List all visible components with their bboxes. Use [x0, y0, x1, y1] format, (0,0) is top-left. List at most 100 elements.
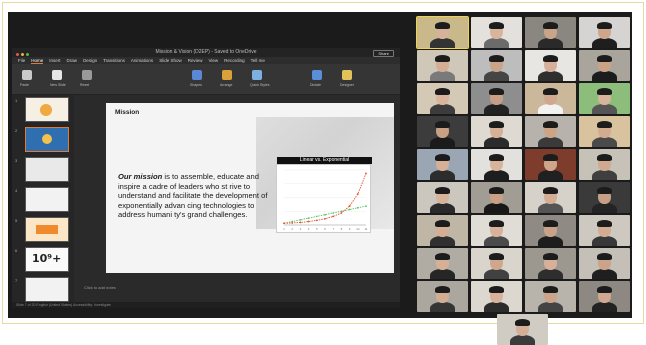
participant-tile[interactable] — [417, 50, 468, 81]
slide-thumbnail[interactable] — [25, 187, 69, 212]
slide-thumbnail[interactable] — [25, 277, 69, 302]
participant-tile[interactable] — [416, 16, 469, 49]
participant-body — [538, 302, 563, 312]
participant-tile[interactable] — [417, 83, 468, 114]
ribbon-tab-draw[interactable]: Draw — [67, 58, 78, 63]
participant-tile[interactable] — [471, 50, 522, 81]
chart-point — [356, 193, 359, 195]
participant-tile[interactable] — [471, 281, 522, 312]
ribbon-tab-review[interactable]: Review — [188, 58, 203, 63]
participant-body — [538, 104, 563, 114]
ribbon-tab-tell-me[interactable]: Tell me — [251, 58, 265, 63]
ribbon-button-paste[interactable] — [22, 70, 32, 80]
participant-tile[interactable] — [417, 248, 468, 279]
participant-tile[interactable] — [525, 149, 576, 180]
ribbon-tab-recording[interactable]: Recording — [224, 58, 245, 63]
participant-tile[interactable] — [579, 281, 630, 312]
chart-x-tick: 1 — [283, 227, 285, 231]
chart-x-tick: 2 — [291, 227, 293, 231]
ribbon-button-quick-styles[interactable] — [252, 70, 262, 80]
ribbon-button-dictate[interactable] — [312, 70, 322, 80]
participant-body — [430, 104, 455, 114]
participant-body — [592, 38, 617, 48]
participant-tile[interactable] — [471, 149, 522, 180]
participant-hair — [543, 55, 558, 62]
participant-tile[interactable] — [525, 215, 576, 246]
participant-tile[interactable] — [579, 17, 630, 48]
participant-tile[interactable] — [471, 182, 522, 213]
ribbon-tab-transitions[interactable]: Transitions — [103, 58, 125, 63]
participant-tile[interactable] — [525, 83, 576, 114]
slide-thumbnail[interactable] — [25, 127, 69, 152]
chart-point — [348, 208, 351, 211]
participant-tile[interactable] — [579, 182, 630, 213]
growth-chart: Linear vs. Exponential 1 2 3 4 5 6 7 8 9 10 11 — [276, 157, 372, 233]
ribbon-tab-file[interactable]: File — [18, 58, 25, 63]
share-button[interactable]: Share — [373, 50, 394, 57]
participant-body — [592, 170, 617, 180]
participant-tile[interactable] — [471, 116, 522, 147]
ribbon-tab-animations[interactable]: Animations — [131, 58, 153, 63]
ribbon-tab-slide-show[interactable]: Slide Show — [159, 58, 182, 63]
participant-tile[interactable] — [579, 215, 630, 246]
participant-body — [592, 137, 617, 147]
current-slide[interactable]: Mission Our mission is to assemble, educ… — [106, 103, 394, 273]
slide-thumbnail-panel[interactable]: 1 2 3 4 5 10⁹+ 6 7 — [12, 95, 74, 302]
participant-tile[interactable] — [417, 116, 468, 147]
participant-tile[interactable] — [471, 83, 522, 114]
participant-tile[interactable] — [525, 50, 576, 81]
chart-point — [340, 212, 343, 214]
participant-hair — [597, 286, 612, 293]
participant-hair — [597, 253, 612, 260]
participant-hair — [597, 88, 612, 95]
ribbon-tab-design[interactable]: Design — [83, 58, 97, 63]
participant-tile[interactable] — [417, 215, 468, 246]
participant-body — [430, 170, 455, 180]
participant-tile[interactable] — [417, 149, 468, 180]
participant-tile[interactable] — [525, 281, 576, 312]
slide-thumbnail[interactable]: 10⁹+ — [25, 247, 69, 272]
ribbon-button-arrange[interactable] — [222, 70, 232, 80]
participant-tile[interactable] — [417, 182, 468, 213]
participant-tile[interactable] — [417, 281, 468, 312]
ribbon-button-reset[interactable] — [82, 70, 92, 80]
slide-number: 6 — [15, 248, 18, 253]
participant-tile[interactable] — [497, 314, 548, 345]
chart-title: Linear vs. Exponential — [277, 157, 372, 164]
participant-tile[interactable] — [471, 215, 522, 246]
notes-placeholder[interactable]: Click to add notes — [84, 285, 116, 290]
participant-hair — [435, 253, 450, 260]
participant-tile[interactable] — [525, 182, 576, 213]
ribbon-label: Shapes — [190, 83, 202, 87]
slide-editor: Mission Our mission is to assemble, educ… — [74, 95, 400, 302]
participant-tile[interactable] — [471, 17, 522, 48]
chart-point — [348, 205, 351, 207]
participant-hair — [543, 22, 558, 29]
chart-x-tick: 8 — [341, 227, 343, 231]
participant-hair — [489, 88, 504, 95]
participant-tile[interactable] — [579, 149, 630, 180]
ribbon-button-designer[interactable] — [342, 70, 352, 80]
ribbon-label: Reset — [80, 83, 90, 87]
participant-tile[interactable] — [525, 116, 576, 147]
ribbon-button-shapes[interactable] — [192, 70, 202, 80]
chart-x-tick: 9 — [349, 227, 351, 231]
participant-tile[interactable] — [525, 248, 576, 279]
participant-tile[interactable] — [579, 248, 630, 279]
participant-tile[interactable] — [579, 50, 630, 81]
slide-thumbnail[interactable] — [25, 97, 69, 122]
ribbon-tab-view[interactable]: View — [208, 58, 218, 63]
ribbon-button-new-slide[interactable] — [52, 70, 62, 80]
participant-tile[interactable] — [579, 116, 630, 147]
slide-thumbnail[interactable] — [25, 217, 69, 242]
slide-thumbnail[interactable] — [25, 157, 69, 182]
participant-body — [430, 269, 455, 279]
participant-body — [430, 38, 455, 48]
participant-hair — [489, 187, 504, 194]
participant-tile[interactable] — [579, 83, 630, 114]
participant-tile[interactable] — [525, 17, 576, 48]
ribbon-tab-insert[interactable]: Insert — [49, 58, 60, 63]
participant-body — [538, 137, 563, 147]
participant-tile[interactable] — [471, 248, 522, 279]
mission-lead: Our mission — [118, 172, 163, 181]
